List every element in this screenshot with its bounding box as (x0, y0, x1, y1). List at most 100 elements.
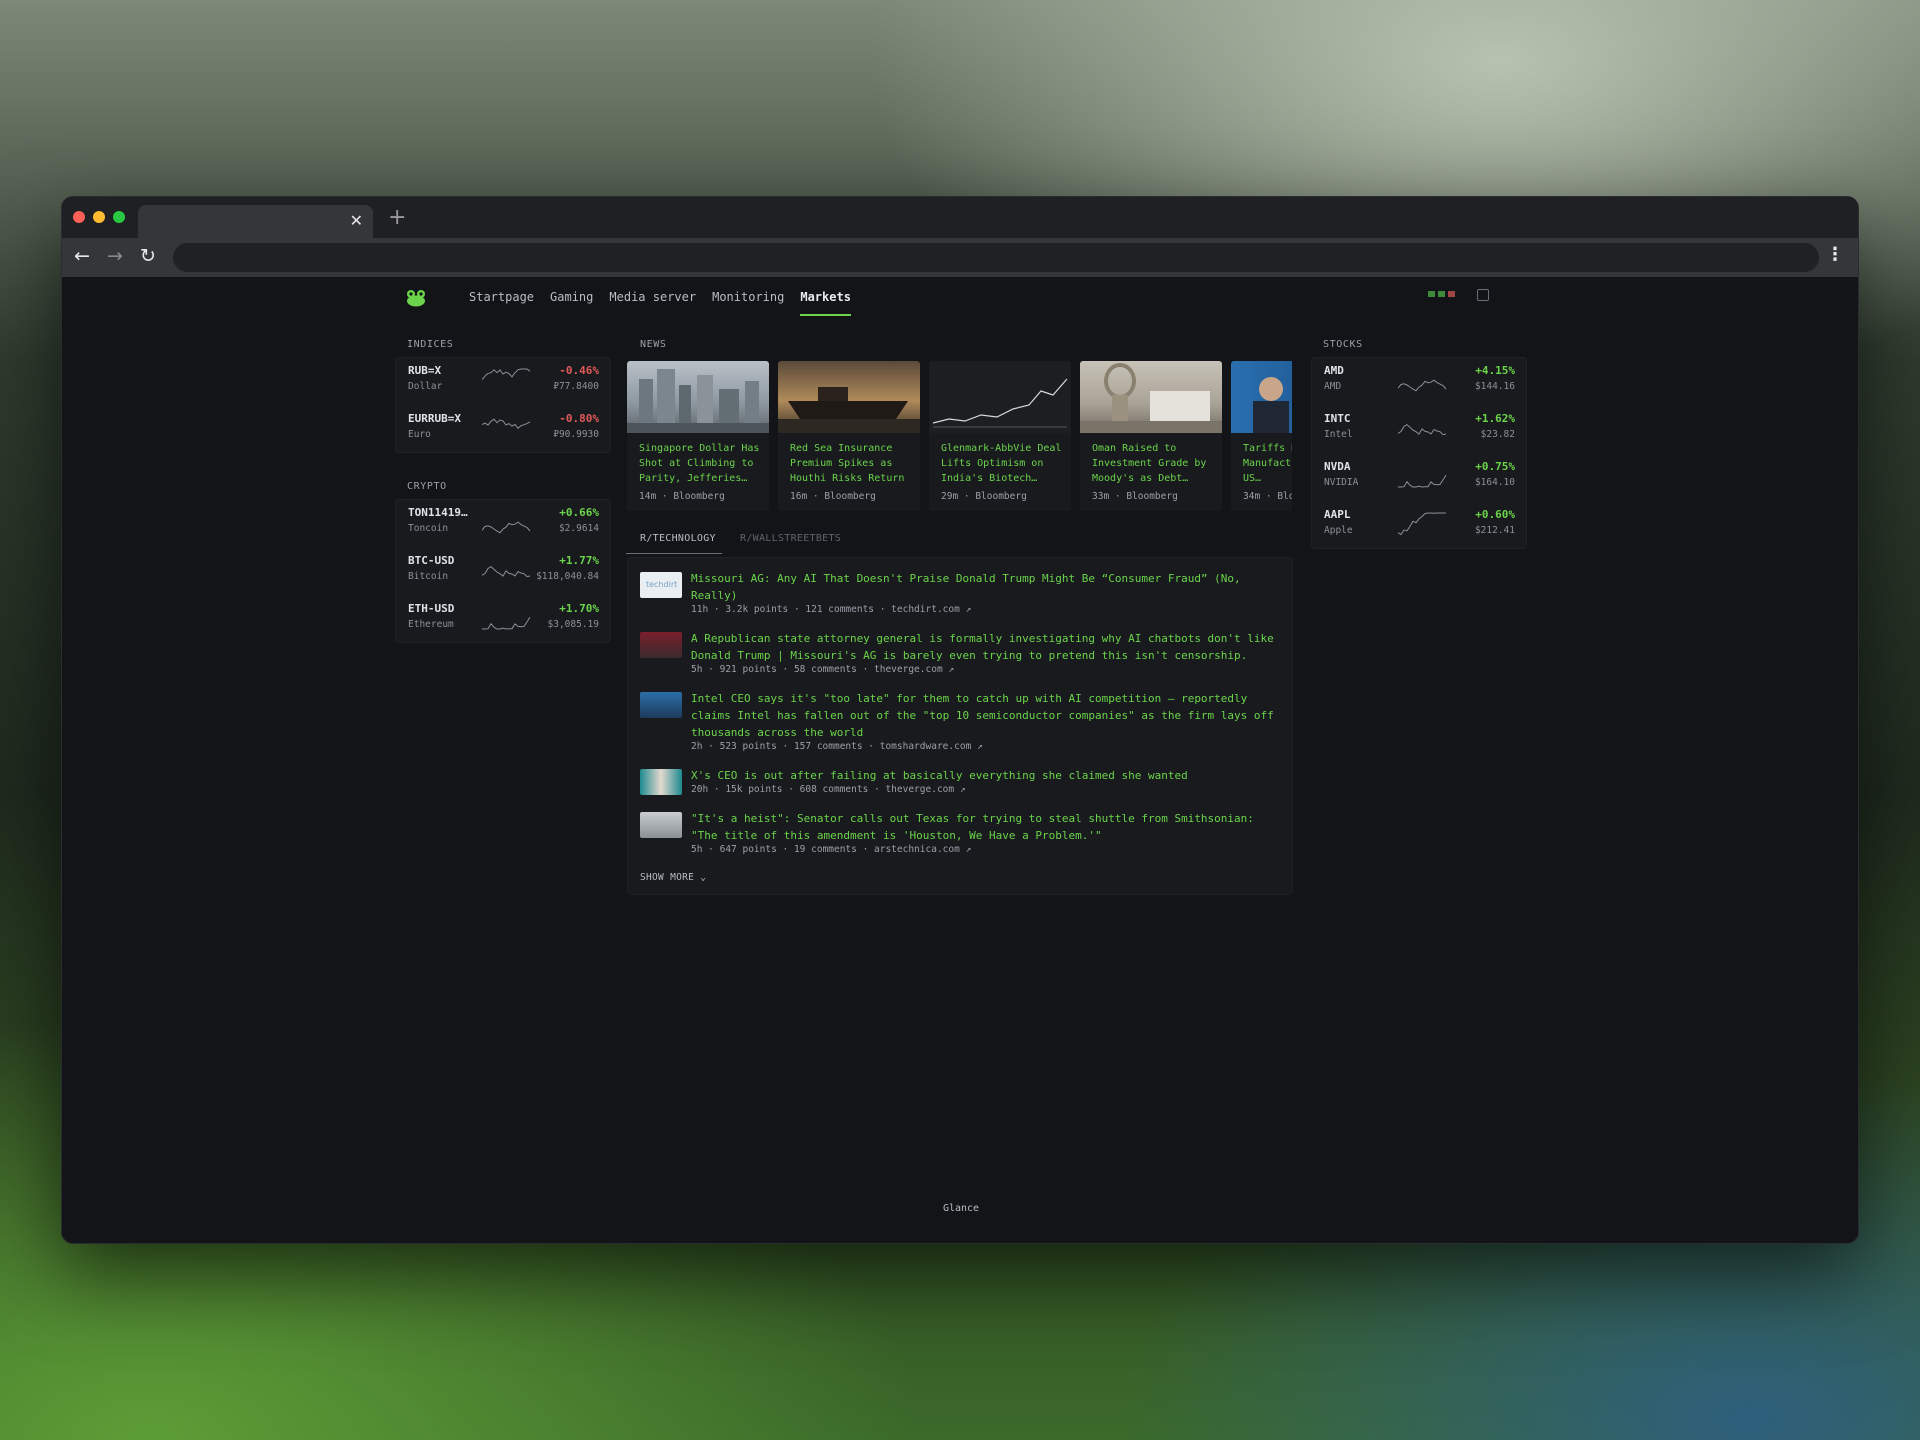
news-image (778, 361, 920, 433)
dashboard-page: Startpage Gaming Media server Monitoring Mar… (62, 277, 1858, 1243)
close-icon[interactable]: ✕ (350, 211, 363, 230)
price-value: $212.41 (1474, 525, 1515, 536)
price-value: ₽77.8400 (553, 381, 599, 392)
post-title-link[interactable]: "It's a heist": Senator calls out Texas … (691, 810, 1281, 844)
ticker-name: NVIDIA (1324, 477, 1359, 488)
post-thumbnail[interactable] (640, 812, 682, 838)
address-bar[interactable] (173, 243, 1819, 272)
news-title: NEWS (640, 339, 667, 350)
tab-r-technology[interactable]: R/TECHNOLOGY (640, 533, 716, 544)
ticker-symbol: AAPL (1324, 508, 1351, 521)
news-card[interactable]: Singapore Dollar Has Shot at Climbing to… (627, 361, 769, 511)
crypto-row-bitcoin[interactable]: BTC-USD Bitcoin +1.77% $118,040.84 (396, 548, 610, 596)
nav-links: Startpage Gaming Media server Monitoring Mar… (461, 277, 859, 321)
nav-link-startpage[interactable]: Startpage (461, 277, 542, 321)
ticker-symbol: TON11419… (408, 506, 468, 519)
news-meta: 34m · Bloo… (1243, 491, 1292, 502)
news-headline[interactable]: Red Sea Insurance Premium Spikes as Hout… (790, 441, 912, 486)
maximize-window-button[interactable] (113, 211, 125, 223)
stocks-row-apple[interactable]: AAPL Apple +0.60% $212.41 (1312, 502, 1526, 550)
post-meta: 11h · 3.2k points · 121 comments · techd… (691, 604, 972, 615)
kebab-menu-icon[interactable]: ⋮ (1826, 244, 1844, 265)
ticker-name: Intel (1324, 429, 1353, 440)
sparkline-chart (1398, 474, 1447, 488)
change-percent: +0.66% (559, 506, 599, 519)
minimize-window-button[interactable] (93, 211, 105, 223)
status-indicator (1428, 291, 1455, 297)
price-value: $23.82 (1480, 429, 1515, 440)
forward-arrow-icon[interactable]: → (107, 245, 123, 267)
post-title-link[interactable]: Intel CEO says it's "too late" for them … (691, 690, 1281, 741)
stocks-title: STOCKS (1323, 339, 1363, 350)
price-value: ₽90.9930 (553, 429, 599, 440)
price-value: $144.16 (1474, 381, 1515, 392)
news-headline[interactable]: Tariffs H… Manufactu… to the US… (1243, 441, 1292, 486)
ticker-symbol: RUB=X (408, 364, 442, 377)
nav-link-monitoring[interactable]: Monitoring (704, 277, 792, 321)
footer-brand: Glance (942, 1203, 980, 1214)
post-title-link[interactable]: A Republican state attorney general is f… (691, 630, 1281, 664)
post-meta: 2h · 523 points · 157 comments · tomshar… (691, 741, 983, 752)
stocks-row-amd[interactable]: AMD AMD +4.15% $144.16 (1312, 358, 1526, 406)
sparkline-chart (1398, 512, 1446, 536)
ticker-symbol: NVDA (1324, 460, 1351, 473)
news-headline[interactable]: Glenmark-AbbVie Deal Lifts Optimism on I… (941, 441, 1063, 486)
nav-link-markets[interactable]: Markets (792, 277, 859, 321)
news-headline[interactable]: Singapore Dollar Has Shot at Climbing to… (639, 441, 761, 486)
ticker-symbol: BTC-USD (408, 554, 455, 567)
price-value: $2.9614 (558, 523, 599, 534)
change-percent: -0.80% (559, 412, 599, 425)
news-image (1080, 361, 1222, 433)
frog-icon[interactable] (405, 289, 427, 307)
tab-r-wallstreetbets[interactable]: R/WALLSTREETBETS (740, 533, 841, 544)
news-carousel: Singapore Dollar Has Shot at Climbing to… (627, 361, 1292, 516)
indices-row-dollar[interactable]: RUB=X Dollar -0.46% ₽77.8400 (396, 358, 610, 406)
news-headline[interactable]: Oman Raised to Investment Grade by Moody… (1092, 441, 1214, 486)
reddit-tabs: R/TECHNOLOGY R/WALLSTREETBETS (626, 533, 1292, 555)
news-card[interactable]: Oman Raised to Investment Grade by Moody… (1080, 361, 1222, 511)
close-window-button[interactable] (73, 211, 85, 223)
browser-tab[interactable]: ✕ (138, 205, 373, 238)
ticker-name: Bitcoin (408, 571, 449, 582)
post-thumbnail[interactable] (640, 769, 682, 795)
crypto-row-ethereum[interactable]: ETH-USD Ethereum +1.70% $3,085.19 (396, 596, 610, 644)
indices-title: INDICES (407, 339, 454, 350)
new-tab-icon[interactable]: + (388, 205, 406, 230)
ticker-name: Ethereum (408, 619, 454, 630)
change-percent: +1.77% (559, 554, 599, 567)
nav-link-gaming[interactable]: Gaming (542, 277, 601, 321)
news-card[interactable]: Tariffs H… Manufactu… to the US… 34m · Bl… (1231, 361, 1292, 511)
ticker-symbol: AMD (1324, 364, 1344, 377)
post-title-link[interactable]: Missouri AG: Any AI That Doesn't Praise … (691, 570, 1281, 604)
sparkline-chart (482, 616, 531, 630)
indices-row-euro[interactable]: EURRUB=X Euro -0.80% ₽90.9930 (396, 406, 610, 454)
post-title-link[interactable]: X's CEO is out after failing at basicall… (691, 767, 1281, 784)
sparkline-chart (482, 368, 531, 380)
post-thumbnail[interactable] (640, 692, 682, 718)
tab-bar: ✕ + (62, 197, 1858, 238)
reload-icon[interactable]: ↻ (140, 245, 156, 267)
nav-link-media-server[interactable]: Media server (601, 277, 704, 321)
sparkline-chart (482, 521, 531, 534)
stocks-row-intel[interactable]: INTC Intel +1.62% $23.82 (1312, 406, 1526, 454)
post-thumbnail[interactable] (640, 632, 682, 658)
sparkline-chart (482, 418, 531, 430)
indices-card: RUB=X Dollar -0.46% ₽77.8400 EURRUB=X Euro -0.… (395, 357, 611, 453)
change-percent: +4.15% (1475, 364, 1515, 377)
stocks-row-nvidia[interactable]: NVDA NVIDIA +0.75% $164.10 (1312, 454, 1526, 502)
crypto-row-toncoin[interactable]: TON11419… Toncoin +0.66% $2.9614 (396, 500, 610, 548)
post-meta: 5h · 647 points · 19 comments · arstechn… (691, 844, 972, 855)
back-arrow-icon[interactable]: ← (74, 245, 90, 267)
crypto-title: CRYPTO (407, 481, 447, 492)
show-more-button[interactable]: SHOW MORE ⌄ (640, 872, 706, 883)
news-card[interactable]: Red Sea Insurance Premium Spikes as Hout… (778, 361, 920, 511)
news-card[interactable]: Glenmark-AbbVie Deal Lifts Optimism on I… (929, 361, 1071, 511)
crypto-card: TON11419… Toncoin +0.66% $2.9614 BTC-USD Bitc… (395, 499, 611, 643)
post-thumbnail[interactable]: techdirt (640, 572, 682, 598)
news-image (1231, 361, 1292, 433)
news-image (929, 361, 1071, 433)
logout-icon[interactable] (1477, 289, 1489, 301)
news-meta: 14m · Bloomberg (639, 491, 725, 502)
ticker-name: AMD (1324, 381, 1342, 392)
change-percent: +1.62% (1475, 412, 1515, 425)
